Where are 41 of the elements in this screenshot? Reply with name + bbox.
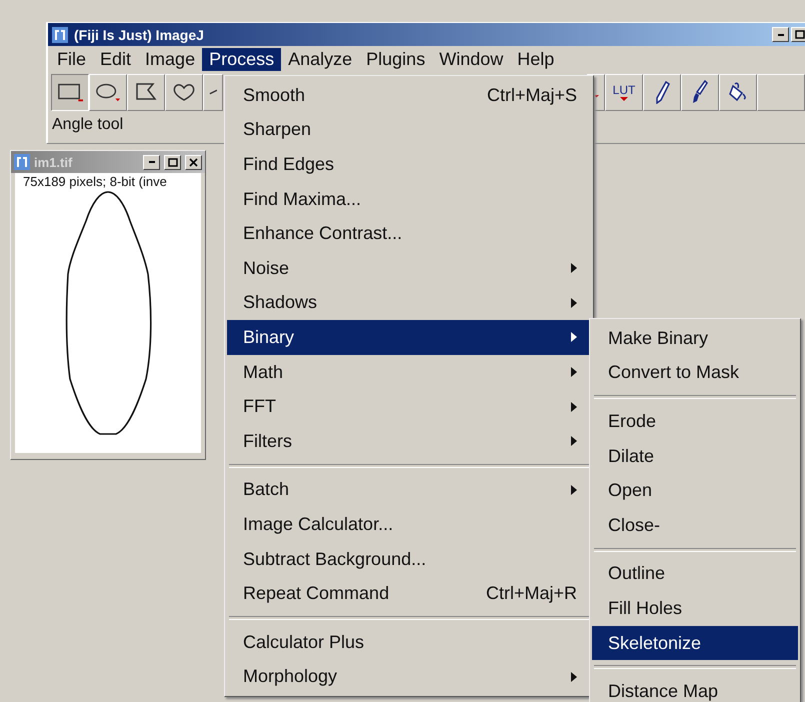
menu-item[interactable]: Close- <box>592 508 798 543</box>
menu-item[interactable]: Find Maxima... <box>227 182 591 216</box>
menu-item[interactable]: Dilate <box>592 438 798 474</box>
tool-button[interactable]: LUT <box>605 74 643 110</box>
menu-item[interactable]: FFT <box>227 389 591 424</box>
menu-item[interactable]: Repeat Command Ctrl+Maj+R <box>227 576 591 611</box>
menu-bar-item[interactable]: File <box>50 48 94 70</box>
menu-bar-item[interactable]: Edit <box>93 48 138 70</box>
menu-bar-item[interactable]: Process <box>202 48 282 70</box>
menu-item[interactable]: Shadows <box>227 286 591 320</box>
menu-item[interactable]: Convert to Mask <box>592 356 798 390</box>
menu-item[interactable]: Smooth Ctrl+Maj+S <box>227 78 591 113</box>
window-title: (Fiji Is Just) ImageJ <box>74 26 205 42</box>
menu-item[interactable]: Math <box>227 354 591 390</box>
menu-item[interactable]: Filters <box>227 424 591 459</box>
menu-item[interactable]: Make Binary <box>592 321 798 356</box>
menu-item[interactable]: Binary <box>227 320 591 355</box>
image-title: im1.tif <box>34 154 74 170</box>
menu-bar-item[interactable]: Image <box>138 48 202 70</box>
menu-item[interactable]: Enhance Contrast... <box>227 216 591 251</box>
status-text: Angle tool <box>51 115 124 135</box>
menu-item[interactable]: Image Calculator... <box>227 507 591 542</box>
image-info: 75x189 pixels; 8-bit (inve <box>15 173 201 189</box>
menu-item[interactable]: Skeletonize <box>592 626 798 660</box>
menu-item[interactable]: Morphology <box>227 660 591 694</box>
menu-item[interactable]: Subtract Background... <box>227 542 591 576</box>
menu-item[interactable]: Noise <box>227 250 591 286</box>
menu-item[interactable]: Erode <box>592 404 798 439</box>
lut-label: LUT <box>612 83 636 97</box>
menu-item[interactable]: Sharpen <box>227 112 591 148</box>
menu-item[interactable]: Batch <box>227 472 591 508</box>
menu-bar-item[interactable]: Analyze <box>281 48 360 70</box>
menu-item[interactable]: Find Edges <box>227 147 591 182</box>
menu-bar-item[interactable]: Plugins <box>359 48 432 70</box>
menu-item[interactable]: Calculator Plus <box>227 624 591 660</box>
menu-item[interactable]: Outline <box>592 556 798 592</box>
menu-item[interactable]: Open <box>592 473 798 508</box>
menu-item[interactable]: Distance Map <box>592 674 798 702</box>
menu-bar-item[interactable]: Help <box>510 48 562 70</box>
menu-item[interactable]: Fill Holes <box>592 591 798 626</box>
menu-bar-item[interactable]: Window <box>432 48 510 70</box>
